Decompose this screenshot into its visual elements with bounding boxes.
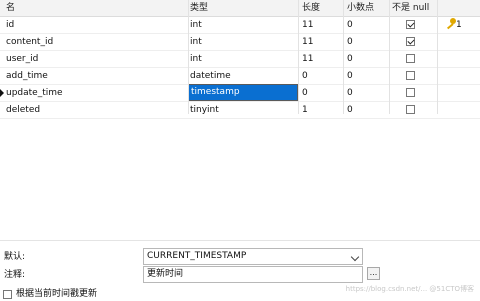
field-name-cell[interactable]: add_time [6, 68, 186, 84]
not-null-checkbox[interactable] [406, 54, 415, 63]
field-name-cell[interactable]: id [6, 17, 186, 33]
header-type[interactable]: 类型 [190, 0, 296, 16]
panel-divider [0, 240, 480, 241]
key-order: 1 [456, 20, 462, 30]
update-on-current-checkbox[interactable] [3, 290, 12, 299]
field-length-cell[interactable]: 1 [302, 102, 342, 118]
not-null-checkbox[interactable] [406, 20, 415, 29]
field-decimals-cell[interactable]: 0 [347, 85, 387, 101]
field-length-cell[interactable]: 11 [302, 34, 342, 50]
table-row[interactable]: content_id int 11 0 [0, 34, 480, 51]
comment-browse-button[interactable]: ... [367, 267, 380, 280]
field-name-cell[interactable]: update_time [6, 85, 186, 101]
not-null-checkbox[interactable] [406, 37, 415, 46]
column-divider [437, 0, 438, 114]
not-null-checkbox[interactable] [406, 88, 415, 97]
comment-field[interactable]: 更新时间 [143, 266, 363, 283]
update-on-current-label: 根据当前时间戳更新 [16, 289, 98, 299]
field-decimals-cell[interactable]: 0 [347, 102, 387, 118]
field-type-cell[interactable]: int [190, 17, 296, 33]
field-type-cell[interactable]: int [190, 34, 296, 50]
column-divider [298, 0, 299, 114]
table-row[interactable]: id int 11 0 1 [0, 17, 480, 34]
default-label: 默认: [4, 252, 26, 262]
watermark: https://blog.csdn.net/... @51CTO博客 [345, 285, 474, 293]
default-value: CURRENT_TIMESTAMP [147, 251, 247, 261]
header-not-null[interactable]: 不是 null [392, 0, 436, 16]
header-name[interactable]: 名 [6, 0, 186, 16]
field-type-cell[interactable]: datetime [190, 68, 296, 84]
field-name-cell[interactable]: content_id [6, 34, 186, 50]
field-decimals-cell[interactable]: 0 [347, 68, 387, 84]
chevron-down-icon[interactable] [350, 252, 360, 262]
header-length[interactable]: 长度 [302, 0, 342, 16]
current-row-marker-icon [0, 89, 4, 97]
column-divider [188, 0, 189, 114]
field-name-cell[interactable]: deleted [6, 102, 186, 118]
field-length-cell[interactable]: 11 [302, 17, 342, 33]
header-decimals[interactable]: 小数点 [347, 0, 387, 16]
field-type-editor[interactable]: timestamp [188, 84, 298, 101]
grid-header: 名 类型 长度 小数点 不是 null [0, 0, 480, 17]
field-length-cell[interactable]: 11 [302, 51, 342, 67]
column-divider [389, 0, 390, 114]
table-row[interactable]: add_time datetime 0 0 [0, 68, 480, 85]
table-row[interactable]: user_id int 11 0 [0, 51, 480, 68]
not-null-checkbox[interactable] [406, 71, 415, 80]
field-decimals-cell[interactable]: 0 [347, 17, 387, 33]
default-combobox[interactable]: CURRENT_TIMESTAMP [143, 248, 363, 265]
table-row[interactable]: update_time timestamp 0 0 [0, 84, 480, 102]
comment-label: 注释: [4, 270, 26, 280]
field-type-cell[interactable]: int [190, 51, 296, 67]
key-icon [446, 18, 456, 30]
table-row[interactable]: deleted tinyint 1 0 [0, 102, 480, 119]
primary-key-indicator: 1 [446, 17, 462, 33]
not-null-checkbox[interactable] [406, 105, 415, 114]
grid-rows: id int 11 0 1 content_id int 11 0 user_id int 11 0 ad… [0, 17, 480, 119]
field-name-cell[interactable]: user_id [6, 51, 186, 67]
comment-value: 更新时间 [147, 269, 184, 279]
field-length-cell[interactable]: 0 [302, 68, 342, 84]
field-length-cell[interactable]: 0 [302, 85, 342, 101]
field-grid: 名 类型 长度 小数点 不是 null id int 11 0 1 content_id i… [0, 0, 480, 119]
field-type-cell[interactable]: tinyint [190, 102, 296, 118]
field-decimals-cell[interactable]: 0 [347, 34, 387, 50]
field-decimals-cell[interactable]: 0 [347, 51, 387, 67]
column-divider [343, 0, 344, 114]
